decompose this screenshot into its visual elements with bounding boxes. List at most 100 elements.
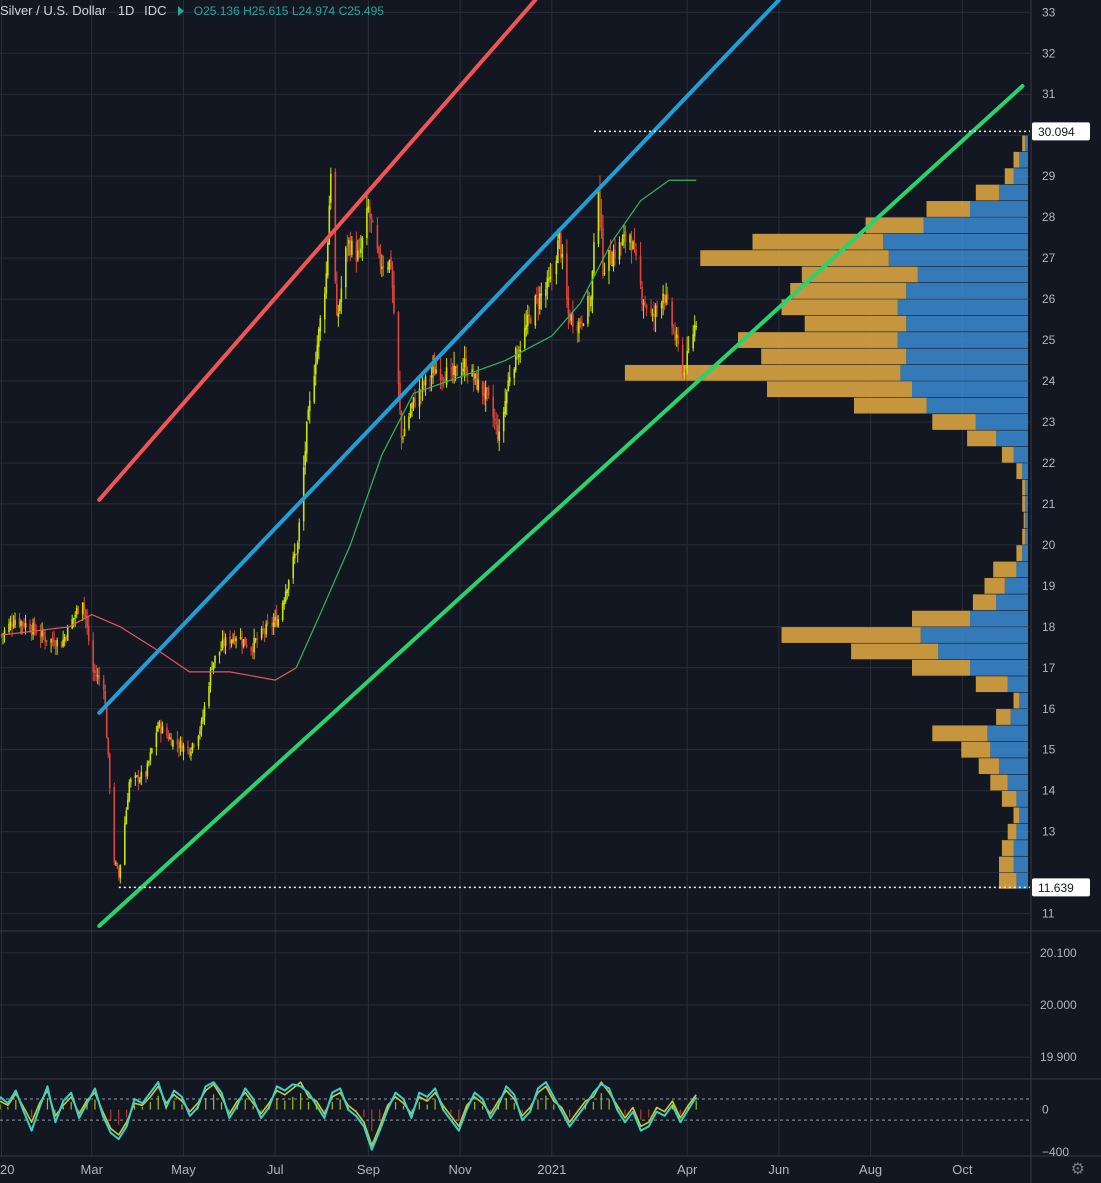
price-axis-label: 31: [1042, 87, 1056, 101]
interval-label[interactable]: 1D: [118, 3, 135, 18]
candle-body: [681, 344, 684, 374]
candle-body: [641, 286, 643, 304]
candle-body: [188, 748, 191, 756]
candle-body: [621, 238, 624, 246]
candle-body: [588, 296, 591, 308]
high-label: H: [243, 4, 252, 18]
candle-body: [148, 761, 150, 763]
volume-profile-bar-down: [1022, 496, 1026, 512]
candle-body: [193, 744, 195, 746]
volume-profile-bar-up: [906, 315, 1028, 332]
volume-profile-bar-up: [938, 643, 1028, 660]
price-axis-label: 33: [1042, 5, 1056, 19]
candle-body: [139, 779, 141, 783]
candle-body: [298, 522, 301, 542]
candle-body: [517, 353, 520, 358]
candle-body: [54, 647, 57, 649]
volume-profile-bar-up: [1022, 545, 1028, 561]
candle-body: [349, 241, 352, 256]
candle-body: [635, 249, 637, 256]
volume-profile-bar-up: [1007, 676, 1028, 693]
candle-body: [391, 265, 394, 288]
time-axis-label: Jun: [768, 1162, 789, 1177]
candle-body: [567, 297, 570, 315]
candle-body: [566, 253, 568, 300]
candle-body: [376, 224, 379, 249]
candle-body: [223, 640, 225, 646]
candle-body: [281, 602, 284, 621]
candle-body: [45, 639, 48, 643]
candle-body: [695, 325, 697, 327]
volume-profile-bar-up: [999, 758, 1028, 775]
volume-profile-bar-down: [990, 774, 1008, 791]
candle-body: [388, 259, 391, 270]
volume-profile-bar-up: [1016, 791, 1028, 807]
candle-body: [23, 623, 25, 628]
symbol-name[interactable]: Silver / U.S. Dollar: [0, 3, 106, 18]
candle-body: [381, 266, 383, 270]
candle-body: [508, 376, 511, 383]
candle-body: [683, 372, 685, 376]
candle-body: [221, 639, 224, 649]
low-value: 24.974: [298, 4, 336, 18]
volume-profile-bar-up: [1025, 135, 1028, 152]
candle-body: [314, 363, 317, 375]
candle-body: [42, 632, 45, 637]
candle-body: [41, 630, 43, 637]
price-axis-label: 26: [1042, 292, 1056, 306]
candle-body: [502, 411, 505, 432]
volume-profile-bar-down: [1001, 791, 1017, 807]
candle-body: [191, 743, 194, 751]
candle-body: [540, 293, 543, 296]
settings-gear-icon[interactable]: ⚙: [1071, 1159, 1085, 1179]
candle-body: [14, 619, 16, 626]
candle-body: [632, 241, 634, 250]
candle-body: [624, 231, 627, 242]
candle-body: [305, 422, 308, 454]
volume-profile-bar-up: [999, 184, 1028, 201]
volume-profile-bar-up: [1019, 807, 1028, 824]
volume-profile-bar-up: [906, 282, 1028, 299]
chart-canvas[interactable]: 30.09411.6391113141516171819202122232425…: [0, 0, 1101, 1183]
time-axis-label: May: [171, 1162, 196, 1177]
candle-body: [325, 273, 328, 294]
candle-body: [242, 639, 245, 647]
price-tag-label: 11.639: [1038, 881, 1074, 895]
candle-body: [155, 732, 158, 748]
candle-body: [166, 727, 168, 736]
candle-body: [591, 271, 594, 300]
candle-body: [187, 746, 189, 748]
candle-body: [167, 735, 170, 740]
volume-profile-bar-down: [972, 594, 997, 611]
candle-body: [534, 295, 537, 326]
candle-body: [687, 348, 690, 350]
volume-profile-bar-down: [996, 709, 1011, 725]
volume-profile-bar-up: [926, 397, 1028, 414]
candle-body: [639, 255, 642, 285]
candle-body: [313, 375, 316, 403]
candle-body: [487, 387, 490, 396]
candle-body: [346, 244, 349, 247]
volume-profile-bar-down: [978, 758, 999, 775]
candle-body: [18, 617, 21, 626]
candle-body: [387, 267, 389, 269]
candle-body: [526, 315, 529, 326]
volume-profile-bar-up: [1013, 446, 1028, 463]
candle-body: [519, 349, 522, 352]
candle-body: [244, 637, 246, 646]
candle-body: [372, 221, 374, 223]
candle-body: [609, 251, 612, 264]
candle-body: [176, 739, 179, 745]
candle-body: [160, 722, 162, 734]
candle-body: [21, 621, 24, 625]
candle-body: [514, 347, 517, 371]
price-axis-label: 22: [1042, 456, 1056, 470]
candle-body: [650, 308, 652, 313]
candle-body: [232, 638, 234, 642]
candle-body: [475, 373, 478, 390]
volume-profile-bar-up: [1016, 561, 1028, 578]
price-axis-label: 28: [1042, 210, 1056, 224]
flag-icon[interactable]: [178, 6, 185, 16]
volume-profile-bar-down: [752, 233, 883, 250]
volume-profile-bar-down: [999, 856, 1014, 873]
